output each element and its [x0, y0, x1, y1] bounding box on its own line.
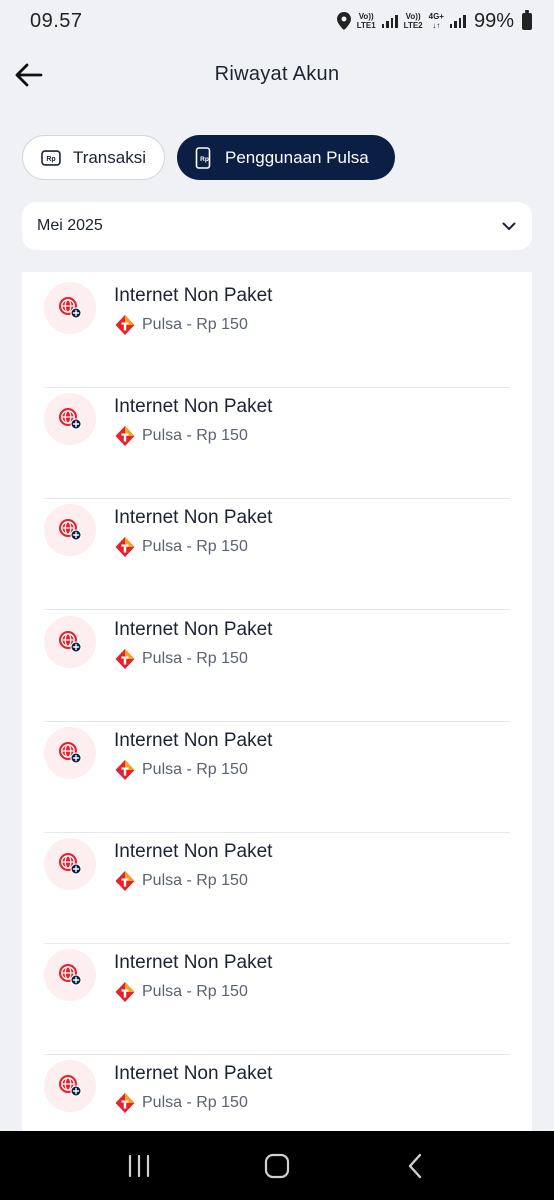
telkomsel-logo-icon	[115, 537, 135, 558]
list-item[interactable]: Internet Non Paket Pulsa - Rp 150	[44, 833, 510, 944]
arrow-left-icon	[15, 63, 43, 87]
usage-list: Internet Non Paket Pulsa - Rp 150 Internet…	[22, 272, 532, 1132]
globe-plus-icon	[59, 853, 82, 875]
list-item[interactable]: Internet Non Paket Pulsa - Rp 150	[44, 277, 510, 388]
item-icon-container	[44, 949, 96, 1002]
home-button[interactable]	[247, 1141, 307, 1191]
system-back-button[interactable]	[385, 1141, 445, 1191]
tab-label: Transaksi	[72, 147, 146, 167]
item-subtitle: Pulsa - Rp 150	[142, 872, 248, 889]
signal-bars-1-icon	[381, 14, 398, 28]
app-header: Riwayat Akun	[0, 46, 554, 102]
item-title: Internet Non Paket	[114, 507, 273, 529]
telkomsel-logo-icon	[115, 648, 135, 669]
globe-plus-icon	[59, 630, 82, 653]
item-subtitle-row: Pulsa - Rp 150	[114, 536, 248, 558]
list-item[interactable]: Internet Non Paket Pulsa - Rp 150	[44, 388, 510, 500]
list-item[interactable]: Internet Non Paket Pulsa - Rp 150	[44, 722, 510, 833]
month-value: Mei 2025	[37, 217, 103, 234]
item-subtitle: Pulsa - Rp 150	[142, 316, 248, 333]
globe-plus-icon	[59, 408, 82, 430]
globe-plus-icon	[59, 519, 82, 541]
item-icon-container	[44, 838, 96, 890]
status-time: 09.57	[30, 9, 83, 32]
item-icon-container	[44, 393, 96, 446]
globe-plus-icon	[59, 964, 82, 986]
network-type: 4G+ ↓↑	[428, 12, 444, 30]
telkomsel-logo-icon	[115, 982, 135, 1003]
sim1-indicator: Vo)) LTE1	[356, 12, 376, 30]
item-title: Internet Non Paket	[114, 729, 273, 751]
list-item[interactable]: Internet Non Paket Pulsa - Rp 150	[44, 611, 510, 722]
item-icon-container	[44, 504, 96, 557]
item-subtitle: Pulsa - Rp 150	[142, 538, 248, 556]
telkomsel-logo-icon	[115, 426, 135, 447]
svg-text:Rp: Rp	[46, 155, 55, 162]
telkomsel-logo-icon	[115, 1093, 135, 1114]
item-icon-container	[44, 615, 96, 668]
telkomsel-logo-icon	[115, 871, 135, 891]
battery-percent: 99%	[473, 9, 514, 32]
sim2-indicator: Vo)) LTE2	[403, 12, 423, 30]
item-subtitle-row: Pulsa - Rp 150	[114, 759, 248, 781]
chevron-left-icon	[408, 1153, 422, 1178]
telkomsel-logo-icon	[115, 759, 135, 780]
chevron-down-icon	[502, 222, 516, 230]
month-dropdown[interactable]: Mei 2025	[22, 202, 532, 250]
tab-bar: Rp Transaksi Rp Penggunaan Pulsa	[22, 135, 395, 180]
item-title: Internet Non Paket	[114, 952, 273, 974]
recent-apps-button[interactable]	[109, 1141, 169, 1191]
signal-bars-2-icon	[449, 14, 466, 28]
item-icon-container	[44, 1060, 96, 1113]
item-title: Internet Non Paket	[114, 618, 273, 640]
item-subtitle: Pulsa - Rp 150	[142, 427, 248, 445]
item-title: Internet Non Paket	[114, 1063, 273, 1085]
list-item[interactable]: Internet Non Paket Pulsa - Rp 150	[44, 499, 510, 611]
item-title: Internet Non Paket	[114, 396, 273, 418]
item-title: Internet Non Paket	[114, 841, 273, 862]
item-subtitle: Pulsa - Rp 150	[142, 649, 248, 667]
list-item[interactable]: Internet Non Paket Pulsa - Rp 150	[44, 944, 510, 1056]
item-title: Internet Non Paket	[114, 285, 273, 306]
item-icon-container	[44, 282, 96, 334]
recent-apps-icon	[128, 1154, 150, 1177]
globe-plus-icon	[59, 741, 82, 764]
page-title: Riwayat Akun	[214, 62, 340, 85]
status-icons: Vo)) LTE1 Vo)) LTE2 4G+ ↓↑ 99%	[336, 9, 532, 33]
list-item[interactable]: Internet Non Paket Pulsa - Rp 150	[44, 1055, 510, 1132]
item-subtitle-row: Pulsa - Rp 150	[114, 981, 248, 1003]
item-subtitle-row: Pulsa - Rp 150	[114, 870, 248, 892]
item-subtitle-row: Pulsa - Rp 150	[114, 648, 248, 670]
item-subtitle-row: Pulsa - Rp 150	[114, 425, 248, 447]
location-icon	[336, 12, 351, 30]
home-icon	[264, 1153, 290, 1178]
svg-text:Rp: Rp	[200, 156, 209, 163]
globe-plus-icon	[59, 297, 82, 319]
phone-rp-icon: Rp	[195, 146, 211, 169]
status-bar: 09.57 Vo)) LTE1 Vo)) LTE2 4G+ ↓↑ 99%	[0, 0, 554, 42]
globe-plus-icon	[59, 1075, 82, 1097]
tab-transaksi[interactable]: Rp Transaksi	[22, 135, 165, 180]
rp-card-icon: Rp	[41, 149, 61, 166]
battery-icon	[522, 9, 532, 30]
system-nav-bar	[0, 1131, 554, 1200]
back-button[interactable]	[12, 58, 46, 92]
item-subtitle: Pulsa - Rp 150	[142, 1094, 248, 1112]
tab-penggunaan-pulsa[interactable]: Rp Penggunaan Pulsa	[177, 135, 395, 180]
tab-label: Penggunaan Pulsa	[225, 147, 369, 167]
telkomsel-logo-icon	[115, 315, 135, 335]
item-subtitle: Pulsa - Rp 150	[142, 983, 248, 1001]
item-subtitle-row: Pulsa - Rp 150	[114, 314, 248, 336]
item-subtitle: Pulsa - Rp 150	[142, 760, 248, 778]
item-icon-container	[44, 726, 96, 779]
item-subtitle-row: Pulsa - Rp 150	[114, 1092, 248, 1114]
